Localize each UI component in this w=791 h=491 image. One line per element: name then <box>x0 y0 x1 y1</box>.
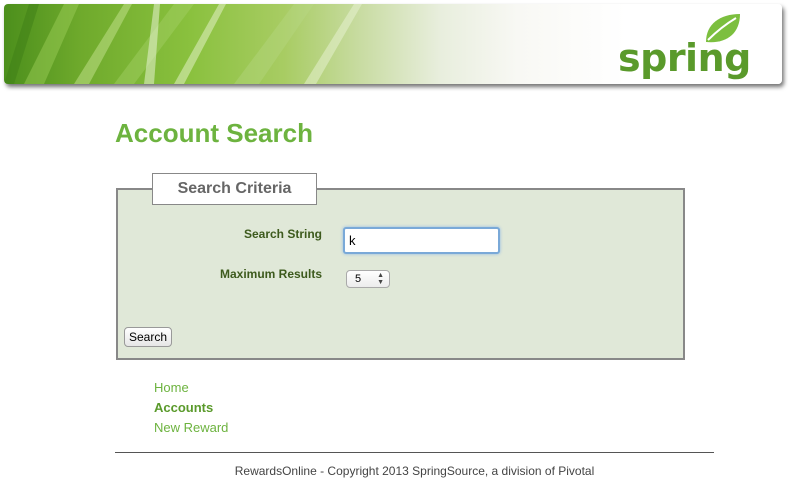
nav-link-new-reward[interactable]: New Reward <box>154 420 228 435</box>
spring-logo-text: spring <box>618 36 751 80</box>
search-string-input[interactable] <box>343 227 500 254</box>
search-button[interactable]: Search <box>124 327 172 347</box>
max-results-label: Maximum Results <box>219 267 322 281</box>
nav-link-home[interactable]: Home <box>154 380 189 395</box>
spring-logo: spring <box>618 12 751 82</box>
max-results-select[interactable]: 5 ▲ ▼ <box>346 270 390 288</box>
max-results-value: 5 <box>355 273 362 285</box>
nav-link-accounts[interactable]: Accounts <box>154 400 213 415</box>
search-string-label: Search String <box>243 227 322 241</box>
select-arrows-icon: ▲ ▼ <box>377 272 384 286</box>
footer-copyright: RewardsOnline - Copyright 2013 SpringSou… <box>234 464 595 478</box>
footer-divider <box>115 452 714 453</box>
search-criteria-legend: Search Criteria <box>152 173 317 205</box>
grass-background-image <box>4 4 362 84</box>
header-banner: spring <box>4 4 782 84</box>
page-title: Account Search <box>115 118 313 148</box>
